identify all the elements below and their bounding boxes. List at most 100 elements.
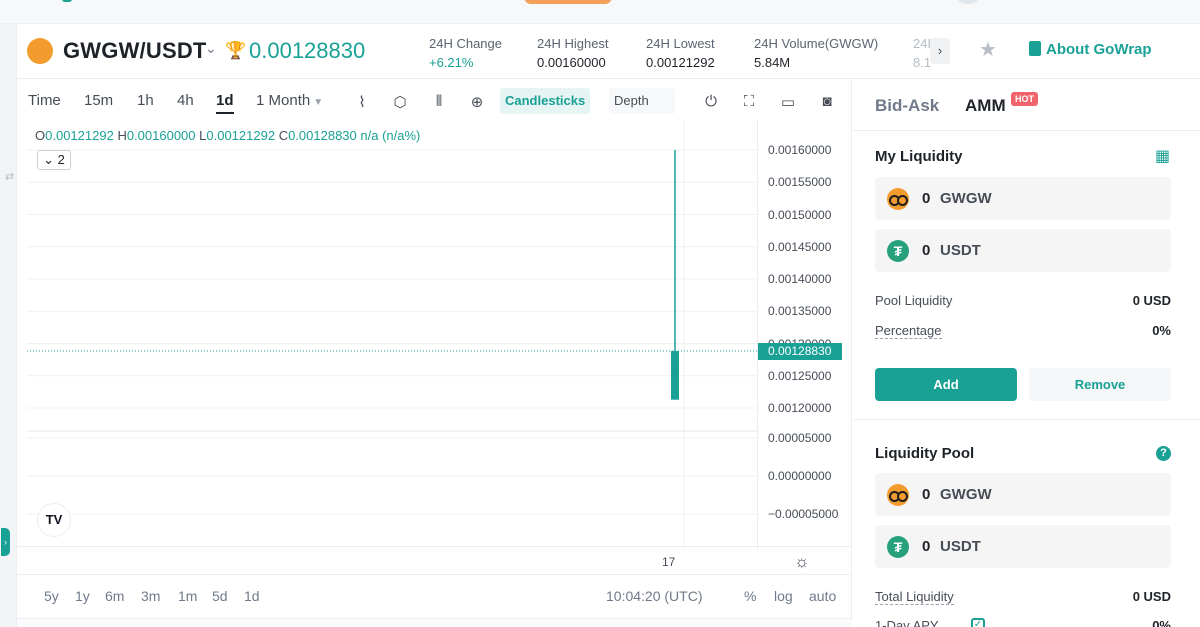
interval-1h[interactable]: 1h [137, 92, 154, 109]
pool-asset-usdt: ₮ 0 USDT [875, 525, 1171, 568]
y-tick-label: 0.00125000 [768, 368, 832, 383]
interval-1d[interactable]: 1d [216, 92, 234, 114]
indicators-icon[interactable]: ⫴ [430, 93, 448, 110]
section-divider [853, 419, 1200, 427]
usdt-coin-icon: ₮ [887, 536, 909, 558]
y-tick-label: −0.00005000 [768, 507, 839, 521]
chart-type-icon[interactable]: ⌇ [353, 93, 371, 111]
liquidity-pool-title: Liquidity Pool [875, 445, 975, 462]
my-asset-gwgw: 0 GWGW [875, 177, 1171, 220]
chevron-down-icon[interactable]: ⌄ [205, 40, 217, 57]
my-liquidity-title: My Liquidity [875, 148, 963, 165]
chart-section: Time 15m 1h 4h 1d 1 Month ▼ ⌇ ⬡ ⫴ ⊕ Candl… [1, 80, 852, 627]
power-icon[interactable]: ⏻ [702, 93, 720, 110]
remove-button[interactable]: Remove [1029, 368, 1171, 401]
y-tick-label: 0.00000000 [768, 469, 832, 483]
usdt-coin-icon: ₮ [887, 240, 909, 262]
chart-toolbar: Time 15m 1h 4h 1d 1 Month ▼ ⌇ ⬡ ⫴ ⊕ Candl… [17, 80, 852, 120]
fullscreen-icon[interactable]: ⛶ [740, 93, 758, 110]
y-tick-label: 0.00155000 [768, 175, 832, 190]
view-candlesticks[interactable]: Candlesticks [500, 88, 591, 114]
percentage-row: Percentage 0% [875, 323, 1171, 339]
chevron-right-icon[interactable]: › [930, 38, 950, 64]
logo-fragment [62, 0, 72, 2]
gear-icon[interactable]: ☼ [794, 552, 810, 572]
settings-hex-icon[interactable]: ⬡ [391, 93, 409, 111]
collapse-handle[interactable]: › [1, 528, 10, 556]
total-liquidity-row: Total Liquidity 0 USD [875, 589, 1171, 605]
about-link[interactable]: About GoWrap [1029, 41, 1152, 58]
auto-toggle[interactable]: auto [809, 588, 836, 604]
stat-24h-volume: 24H Volume(GWGW) 5.84M [754, 36, 879, 70]
help-icon[interactable]: ? [1156, 446, 1171, 461]
range-selector: 5y 1y 6m 3m 1m 5d 1d 10:04:20 (UTC) % lo… [17, 574, 852, 614]
percent-toggle[interactable]: % [744, 588, 756, 604]
avatar[interactable] [955, 0, 981, 4]
my-asset-usdt: ₮ 0 USDT [875, 229, 1171, 272]
cta-button-fragment[interactable] [524, 0, 612, 4]
camera-icon[interactable]: ◙ [818, 93, 836, 110]
range-1y[interactable]: 1y [75, 588, 90, 604]
log-toggle[interactable]: log [774, 588, 793, 604]
swap-arrows-icon[interactable]: ⇄ [5, 170, 14, 183]
utc-clock[interactable]: 10:04:20 (UTC) [606, 588, 702, 604]
ohlc-legend: O0.00121292 H0.00160000 L0.00121292 C0.0… [35, 128, 421, 143]
range-5y[interactable]: 5y [44, 588, 59, 604]
y-tick-label: 0.00005000 [768, 431, 832, 445]
apy-row: 1-Day APY ✓ 0% [875, 618, 1171, 627]
range-6m[interactable]: 6m [105, 588, 124, 604]
last-price: 0.00128830 [249, 38, 366, 63]
hot-badge: HOT [1011, 92, 1038, 106]
range-1d[interactable]: 1d [244, 588, 260, 604]
interval-15m[interactable]: 15m [84, 92, 113, 109]
add-circle-icon[interactable]: ⊕ [468, 93, 486, 111]
pool-asset-gwgw: 0 GWGW [875, 473, 1171, 516]
layout-icon[interactable]: ▭ [779, 93, 797, 111]
pair-selector[interactable]: GWGW/USDT [63, 38, 207, 64]
gwgw-coin-icon [887, 188, 909, 210]
price-plot[interactable] [27, 120, 757, 550]
tab-amm[interactable]: AMM [965, 96, 1006, 116]
stat-24h-highest: 24H Highest 0.00160000 [537, 36, 609, 70]
calculator-icon[interactable]: ▦ [1155, 146, 1170, 166]
liquidity-panel: Bid-Ask AMM HOT My Liquidity ▦ 0 GWGW ₮ … [853, 80, 1200, 627]
time-axis[interactable]: 17 ☼ [17, 546, 852, 574]
view-depth[interactable]: Depth [609, 88, 675, 114]
y-tick-label: 0.00160000 [768, 143, 832, 157]
bottom-strip [17, 618, 852, 627]
stat-24h-change: 24H Change +6.21% [429, 36, 502, 70]
interval-time[interactable]: Time [28, 92, 61, 109]
ticker-bar: GWGW/USDT ⌄ 🏆 0.00128830 24H Change +6.2… [17, 24, 1200, 79]
layers-toggle[interactable]: ⌄ 2 [37, 150, 71, 170]
y-tick-label: 0.00140000 [768, 272, 832, 286]
section-divider [853, 130, 1200, 138]
y-tick-label: 0.00150000 [768, 207, 832, 222]
stat-24h-overflow: 24H 8.1 [913, 36, 931, 70]
app-root: GWGW/USDT ⌄ 🏆 0.00128830 24H Change +6.2… [0, 0, 1200, 627]
range-3m[interactable]: 3m [141, 588, 160, 604]
star-icon[interactable]: ★ [979, 37, 997, 62]
pool-liquidity-row: Pool Liquidity 0 USD [875, 293, 1171, 308]
x-tick-label: 17 [662, 555, 676, 569]
gwgw-coin-icon [887, 484, 909, 506]
book-icon [1029, 41, 1041, 56]
checkbox-icon[interactable]: ✓ [971, 618, 985, 627]
interval-1month[interactable]: 1 Month ▼ [256, 92, 323, 109]
y-tick-label: 0.00120000 [768, 401, 832, 415]
trade-card: GWGW/USDT ⌄ 🏆 0.00128830 24H Change +6.2… [1, 24, 1200, 627]
range-5d[interactable]: 5d [212, 588, 228, 604]
price-axis[interactable]: 0.00160000 0.00155000 0.00150000 0.00145000… [757, 120, 852, 550]
current-price-tag: 0.00128830 [758, 343, 842, 361]
caret-down-icon: ▼ [313, 97, 324, 108]
tradingview-logo[interactable]: TV [37, 503, 71, 537]
range-1m[interactable]: 1m [178, 588, 197, 604]
interval-4h[interactable]: 4h [177, 92, 194, 109]
add-button[interactable]: Add [875, 368, 1017, 401]
gwgw-coin-icon [27, 38, 53, 64]
tab-bid-ask[interactable]: Bid-Ask [875, 96, 939, 116]
stat-24h-lowest: 24H Lowest 0.00121292 [646, 36, 715, 70]
y-tick-label: 0.00145000 [768, 239, 832, 254]
candle-body [671, 351, 679, 400]
trophy-icon: 🏆 [225, 41, 247, 60]
top-nav-strip [0, 0, 1200, 24]
